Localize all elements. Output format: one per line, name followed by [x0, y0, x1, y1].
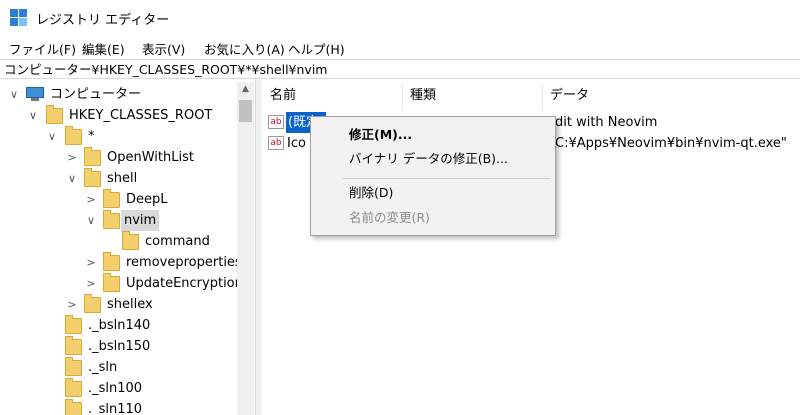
- tree-label: removeproperties: [126, 255, 242, 270]
- menu-edit[interactable]: 編集(E): [82, 39, 125, 58]
- chevron-down-icon[interactable]: ∨: [8, 84, 20, 105]
- tree-pane: ∨ コンピューター ∨ HKEY_CLASSES_ROOT ∨ * > Open…: [0, 82, 255, 415]
- value-data: C:¥Apps¥Neovim¥bin¥nvim-qt.exe": [555, 136, 787, 151]
- tree-label: *: [88, 129, 95, 144]
- column-header-data[interactable]: データ: [542, 82, 800, 110]
- folder-icon: [65, 336, 82, 355]
- registry-editor-icon: [10, 9, 28, 27]
- menu-bar: ファイル(F) 編集(E) 表示(V) お気に入り(A) ヘルプ(H): [0, 36, 800, 58]
- tree-label: command: [145, 234, 210, 249]
- chevron-right-icon[interactable]: >: [85, 252, 97, 273]
- folder-icon: [84, 147, 101, 166]
- tree-label: ._bsln150: [88, 339, 151, 354]
- tree-label: nvim: [121, 210, 160, 231]
- menu-help[interactable]: ヘルプ(H): [288, 39, 345, 58]
- tree-label: ._sln110: [88, 402, 143, 415]
- folder-icon: [103, 189, 120, 208]
- tree-label: OpenWithList: [107, 150, 194, 165]
- tree-label: HKEY_CLASSES_ROOT: [69, 108, 213, 123]
- tree-label: shellex: [107, 297, 153, 312]
- folder-icon: [65, 378, 82, 397]
- context-rename: 名前の変更(R): [349, 210, 430, 225]
- folder-icon: [103, 273, 120, 292]
- column-header-type[interactable]: 種類: [402, 82, 542, 110]
- column-header-name[interactable]: 名前: [262, 82, 402, 110]
- chevron-down-icon[interactable]: ∨: [46, 126, 58, 147]
- tree-label: ._sln: [88, 360, 118, 375]
- chevron-down-icon[interactable]: ∨: [27, 105, 39, 126]
- tree-label: shell: [107, 171, 138, 186]
- chevron-right-icon[interactable]: >: [66, 294, 78, 315]
- title-bar: レジストリ エディター: [0, 0, 800, 36]
- tree-scrollbar[interactable]: ▲: [237, 82, 254, 415]
- chevron-down-icon[interactable]: ∨: [85, 210, 97, 231]
- folder-icon: [84, 294, 101, 313]
- tree-label: ._bsln140: [88, 318, 151, 333]
- scrollbar-thumb[interactable]: [239, 100, 252, 122]
- tree-label: コンピューター: [50, 87, 142, 102]
- window-title: レジストリ エディター: [36, 13, 170, 28]
- folder-icon: [65, 315, 82, 334]
- context-modify[interactable]: 修正(M)...: [349, 125, 412, 145]
- tree-label: ._sln100: [88, 381, 143, 396]
- folder-icon: [65, 357, 82, 376]
- menu-file[interactable]: ファイル(F): [9, 39, 76, 58]
- context-delete[interactable]: 削除(D): [349, 183, 393, 203]
- folder-icon: [103, 252, 120, 271]
- folder-icon: [103, 210, 120, 229]
- context-separator: [343, 178, 551, 179]
- folder-icon: [65, 126, 82, 145]
- pane-splitter[interactable]: [255, 79, 262, 415]
- address-bar[interactable]: コンピューター¥HKEY_CLASSES_ROOT¥*¥shell¥nvim: [0, 59, 800, 79]
- string-value-icon: ab: [268, 136, 284, 150]
- context-modify-binary[interactable]: バイナリ データの修正(B)...: [349, 149, 508, 169]
- value-data: dit with Neovim: [555, 115, 658, 130]
- menu-favorites[interactable]: お気に入り(A): [204, 39, 285, 58]
- chevron-down-icon[interactable]: ∨: [66, 168, 78, 189]
- context-menu: 修正(M)... バイナリ データの修正(B)... 削除(D) 名前の変更(R…: [310, 116, 556, 236]
- tree-label: DeepL: [126, 192, 168, 207]
- tree-label: UpdateEncryption: [126, 276, 243, 291]
- string-value-icon: ab: [268, 115, 284, 129]
- folder-icon: [65, 399, 82, 415]
- folder-icon: [46, 105, 63, 124]
- chevron-right-icon[interactable]: >: [85, 189, 97, 210]
- folder-icon: [122, 231, 139, 250]
- menu-view[interactable]: 表示(V): [142, 39, 185, 58]
- folder-icon: [84, 168, 101, 187]
- value-name: Ico: [287, 136, 306, 151]
- computer-icon: [26, 87, 44, 101]
- chevron-right-icon[interactable]: >: [66, 147, 78, 168]
- chevron-right-icon[interactable]: >: [85, 273, 97, 294]
- scroll-up-arrow-icon[interactable]: ▲: [237, 84, 254, 94]
